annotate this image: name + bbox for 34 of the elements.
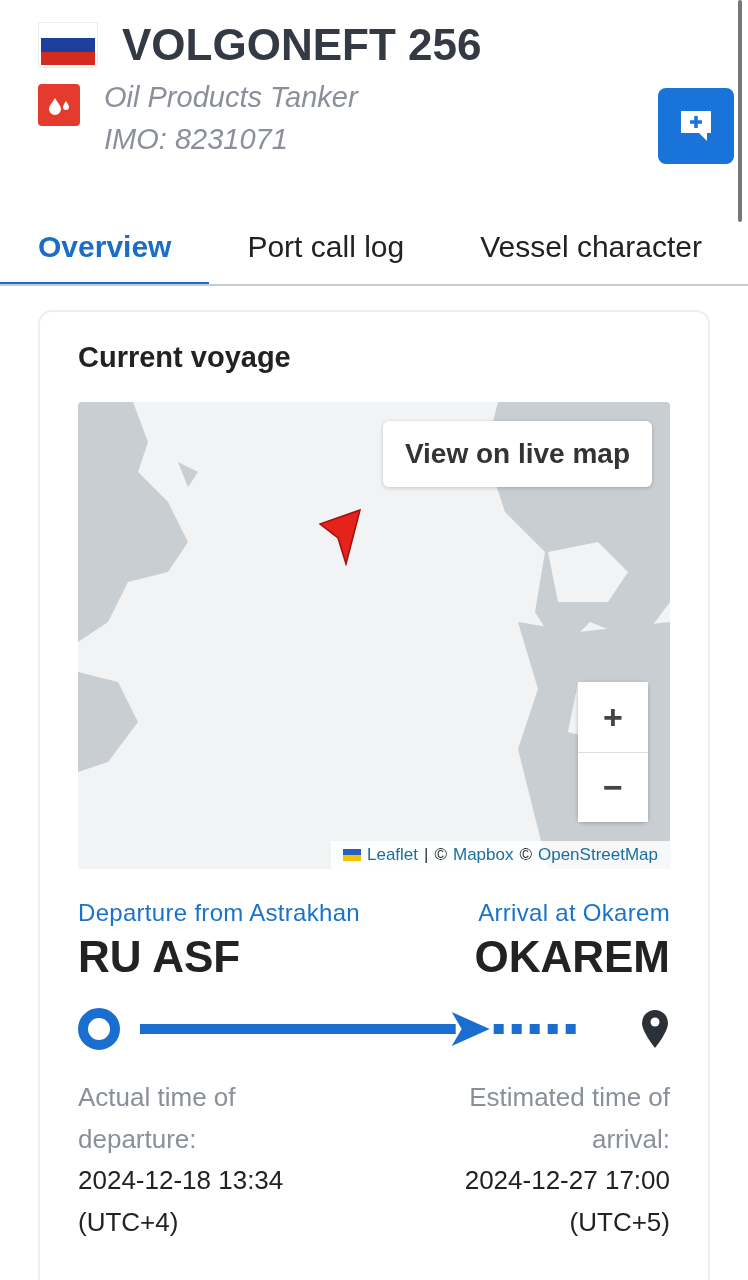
departure-timezone: (UTC+4) xyxy=(78,1206,180,1240)
attribution-text: © xyxy=(434,844,447,866)
zoom-in-button[interactable]: + xyxy=(578,681,648,752)
location-pin-icon xyxy=(640,1009,670,1050)
attribution-text: © xyxy=(519,844,532,866)
vessel-arrow-icon xyxy=(318,507,362,566)
tab[interactable]: Overview xyxy=(0,200,210,284)
comment-plus-icon xyxy=(678,109,714,143)
live-map-button[interactable]: View on live map xyxy=(382,420,652,487)
flag-icon xyxy=(38,22,98,68)
zoom-out-button[interactable]: − xyxy=(578,751,648,822)
vessel-type: Oil Products Tanker xyxy=(104,80,358,115)
tab[interactable]: Vessel character xyxy=(442,200,740,284)
section-title: Current voyage xyxy=(78,340,292,375)
origin-circle-icon xyxy=(78,1008,120,1051)
attribution-link[interactable]: Leaflet xyxy=(366,842,418,868)
departure-label: Departure from Astrakhan xyxy=(78,897,360,928)
add-comment-button[interactable] xyxy=(658,88,734,164)
ukraine-flag-icon xyxy=(342,848,361,861)
attribution-text: | xyxy=(424,844,429,866)
arrival-time-label: Estimated time of arrival: xyxy=(468,1081,670,1156)
arrival-label: Arrival at Okarem xyxy=(478,897,670,928)
imo-number: IMO: 8231071 xyxy=(104,122,289,158)
oil-drops-icon xyxy=(38,84,80,126)
vessel-name: VOLGONEFT 256 xyxy=(122,23,482,67)
departure-port-code: RU ASF xyxy=(78,930,241,983)
arrival-port-code: OKAREM xyxy=(474,930,670,983)
arrival-time: 2024-12-27 17:00 xyxy=(463,1164,670,1198)
departure-time: 2024-12-18 13:34 xyxy=(78,1164,285,1198)
arrival-timezone: (UTC+5) xyxy=(568,1206,670,1240)
tab[interactable]: Port call log xyxy=(209,200,443,284)
attribution-link[interactable]: OpenStreetMap xyxy=(538,842,658,868)
attribution-link[interactable]: Mapbox xyxy=(452,842,514,868)
departure-time-label: Actual time of departure: xyxy=(78,1081,237,1156)
